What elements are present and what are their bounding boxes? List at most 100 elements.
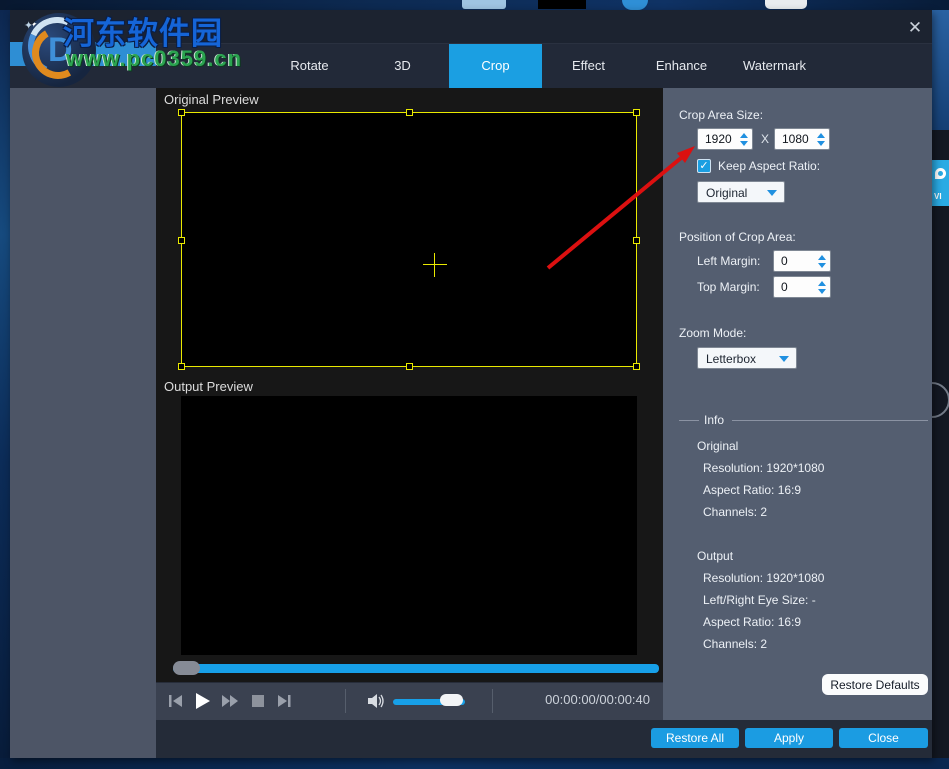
top-margin-input[interactable] [774, 277, 814, 297]
background-fragment [765, 0, 807, 9]
left-spacer-panel [10, 88, 156, 758]
volume-handle[interactable] [440, 694, 463, 706]
keep-aspect-label: Keep Aspect Ratio: [718, 159, 821, 173]
background-gradient [932, 10, 949, 130]
crop-handle-bottom-center[interactable] [406, 363, 413, 370]
crop-settings-panel: Crop Area Size: X ✓ Keep Aspect Ratio: O… [663, 88, 932, 720]
zoom-mode-label: Zoom Mode: [679, 326, 747, 340]
crop-width-spinner [697, 128, 753, 150]
position-label: Position of Crop Area: [679, 230, 796, 244]
zoom-mode-value: Letterbox [706, 352, 757, 366]
crop-handle-bottom-right[interactable] [633, 363, 640, 370]
crop-height-input[interactable] [775, 129, 813, 149]
background-window-edge: VI [914, 10, 949, 758]
crop-handle-mid-right[interactable] [633, 237, 640, 244]
output-preview-viewport [181, 396, 637, 655]
spinner-arrows[interactable] [815, 278, 828, 296]
crop-height-spinner [774, 128, 830, 150]
tab-effect[interactable]: Effect [542, 44, 635, 88]
original-channels: Channels: 2 [703, 505, 768, 519]
output-eye-size: Left/Right Eye Size: - [703, 593, 816, 607]
left-margin-input[interactable] [774, 251, 814, 271]
crop-selection-rect[interactable] [178, 109, 640, 370]
skip-end-icon[interactable] [274, 691, 294, 711]
footer-bar: Restore All Apply Close [156, 720, 932, 758]
spin-down-icon[interactable] [817, 262, 826, 268]
original-aspect-ratio: Aspect Ratio: 16:9 [703, 483, 802, 497]
crop-center-crosshair [423, 264, 447, 265]
divider [492, 689, 493, 713]
volume-icon[interactable] [366, 691, 386, 711]
background-fragment [538, 0, 586, 9]
left-margin-label: Left Margin: [697, 254, 761, 268]
left-margin-spinner [773, 250, 831, 272]
edit-dialog: ✦ Edit ✕ Rotate 3D Crop Effect Enhance W… [10, 10, 932, 758]
original-resolution: Resolution: 1920*1080 [703, 461, 825, 475]
nvidia-eye-icon [935, 168, 946, 179]
watermark-site-url: www.pc0359.cn [66, 46, 243, 71]
chevron-down-icon [767, 190, 777, 196]
output-preview-label: Output Preview [164, 379, 253, 394]
preview-area: Original Preview Output Preview 00:00:00… [156, 88, 663, 720]
crop-handle-top-center[interactable] [406, 109, 413, 116]
top-margin-spinner [773, 276, 831, 298]
divider [679, 420, 699, 421]
spinner-arrows[interactable] [815, 252, 828, 270]
nvidia-partial-label: VI [934, 192, 942, 201]
tab-watermark[interactable]: Watermark [728, 44, 821, 88]
output-aspect-ratio: Aspect Ratio: 16:9 [703, 615, 802, 629]
spin-up-icon[interactable] [817, 280, 826, 286]
seek-bar [156, 656, 663, 682]
spin-up-icon[interactable] [739, 132, 748, 138]
crop-width-input[interactable] [698, 129, 736, 149]
tab-crop[interactable]: Crop [449, 44, 542, 88]
fast-forward-icon[interactable] [220, 691, 240, 711]
crop-handle-mid-left[interactable] [178, 237, 185, 244]
spin-up-icon[interactable] [816, 132, 825, 138]
desktop-bottom-strip [0, 758, 949, 769]
spin-down-icon[interactable] [816, 140, 825, 146]
skip-start-icon[interactable] [166, 691, 186, 711]
crop-handle-top-left[interactable] [178, 109, 185, 116]
spin-up-icon[interactable] [817, 254, 826, 260]
spin-down-icon[interactable] [739, 140, 748, 146]
close-button[interactable]: Close [839, 728, 928, 748]
restore-defaults-button[interactable]: Restore Defaults [822, 674, 928, 695]
spinner-arrows[interactable] [814, 130, 827, 148]
tab-enhance[interactable]: Enhance [635, 44, 728, 88]
output-info-title: Output [697, 549, 734, 563]
output-channels: Channels: 2 [703, 637, 768, 651]
aspect-ratio-dropdown[interactable]: Original [697, 181, 785, 203]
apply-button[interactable]: Apply [745, 728, 833, 748]
info-section-label: Info [704, 413, 725, 427]
top-margin-label: Top Margin: [697, 280, 760, 294]
restore-all-button[interactable]: Restore All [651, 728, 739, 748]
desktop-left-strip [0, 10, 10, 758]
crop-center-crosshair [434, 253, 435, 277]
spinner-arrows[interactable] [737, 130, 750, 148]
chevron-down-icon [779, 356, 789, 362]
seek-handle[interactable] [173, 661, 200, 675]
close-icon[interactable]: ✕ [902, 16, 928, 40]
background-fragment [462, 0, 506, 9]
seek-track[interactable] [173, 664, 659, 673]
keep-aspect-checkbox[interactable]: ✓ [697, 159, 711, 173]
stop-icon[interactable] [248, 691, 268, 711]
spin-down-icon[interactable] [817, 288, 826, 294]
original-info-title: Original [697, 439, 739, 453]
zoom-mode-dropdown[interactable]: Letterbox [697, 347, 797, 369]
tab-rotate[interactable]: Rotate [263, 44, 356, 88]
time-display: 00:00:00/00:00:40 [545, 692, 650, 707]
original-preview-label: Original Preview [164, 92, 259, 107]
aspect-ratio-value: Original [706, 186, 748, 200]
tab-3d[interactable]: 3D [356, 44, 449, 88]
playback-controls: 00:00:00/00:00:40 [156, 682, 663, 720]
play-icon[interactable] [192, 691, 212, 711]
times-label: X [761, 132, 770, 146]
divider [345, 689, 346, 713]
crop-handle-bottom-left[interactable] [178, 363, 185, 370]
crop-area-size-label: Crop Area Size: [679, 108, 764, 122]
crop-handle-top-right[interactable] [633, 109, 640, 116]
divider [732, 420, 928, 421]
output-resolution: Resolution: 1920*1080 [703, 571, 825, 585]
